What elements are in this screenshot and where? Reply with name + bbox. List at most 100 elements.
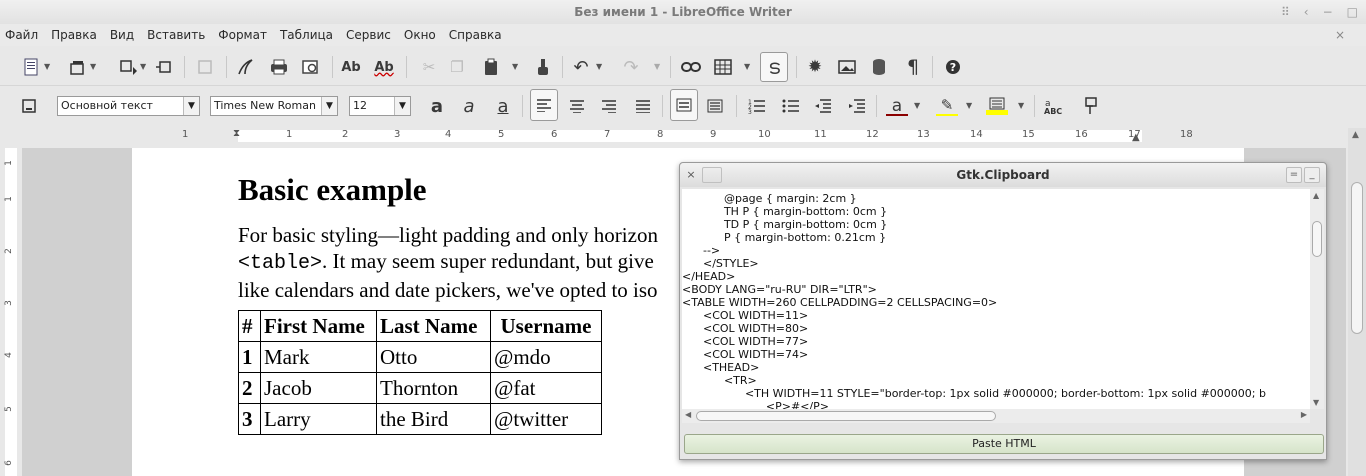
pdf-icon[interactable] (234, 57, 256, 77)
document-table[interactable]: # First Name Last Name Username 1 Mark O… (238, 310, 602, 435)
scrollbar-thumb[interactable] (696, 411, 996, 421)
dialog-horizontal-scrollbar[interactable]: ◀ ▶ (682, 409, 1310, 423)
paste-icon[interactable] (480, 57, 502, 77)
table-cell[interactable]: Larry (260, 403, 377, 435)
autospellcheck-icon[interactable]: Ab (373, 57, 395, 77)
line-spacing-1-icon[interactable] (670, 89, 698, 121)
vertical-scrollbar[interactable]: ▲ (1348, 128, 1366, 476)
menu-help[interactable]: Справка (449, 28, 502, 42)
print-icon[interactable] (268, 57, 290, 77)
redo-icon[interactable]: ↷ (620, 57, 642, 78)
paragraph-style-select[interactable]: Основной текст ▼ (57, 96, 200, 116)
font-name-select[interactable]: Times New Roman ▼ (210, 96, 338, 116)
table-cell[interactable]: @fat (490, 372, 602, 404)
scroll-up-icon[interactable]: ▲ (1313, 191, 1319, 200)
highlight-icon[interactable]: ✎ (936, 96, 958, 116)
horizontal-ruler[interactable]: 1 1 2 3 4 5 6 7 8 9 10 11 12 13 14 15 16… (132, 128, 1244, 146)
table-cell[interactable]: Mark (260, 341, 377, 373)
maximize-icon[interactable]: □ (1347, 5, 1358, 19)
table-header-cell[interactable]: First Name (260, 310, 377, 342)
menu-window[interactable]: Окно (404, 28, 436, 42)
background-color-dropdown-icon[interactable]: ▼ (1018, 101, 1024, 110)
menu-table[interactable]: Таблица (280, 28, 333, 42)
menu-insert[interactable]: Вставить (147, 28, 205, 42)
document-paragraph[interactable]: For basic styling—light padding and only… (238, 222, 658, 303)
underline-icon[interactable]: a (492, 96, 514, 117)
menu-format[interactable]: Формат (218, 28, 267, 42)
numbering-icon[interactable]: 123 (746, 96, 768, 116)
table-dropdown-icon[interactable]: ▼ (744, 62, 750, 71)
grip-icon[interactable]: ⠿ (1281, 5, 1290, 19)
line-spacing-15-icon[interactable] (704, 96, 726, 116)
undo-icon[interactable]: ↶ (570, 57, 592, 78)
shade-icon[interactable]: = (1286, 167, 1302, 183)
open-icon[interactable] (118, 57, 140, 77)
templates-dropdown-icon[interactable]: ▼ (90, 62, 96, 71)
close-icon[interactable]: × (684, 168, 698, 182)
undo-dropdown-icon[interactable]: ▼ (596, 62, 602, 71)
menu-file[interactable]: Файл (5, 28, 38, 42)
table-cell[interactable]: Thornton (376, 372, 491, 404)
export-icon[interactable] (194, 57, 216, 77)
align-right-icon[interactable] (598, 96, 620, 116)
print-preview-icon[interactable] (300, 57, 322, 77)
background-color-icon[interactable] (986, 96, 1008, 116)
table-icon[interactable] (712, 57, 734, 77)
italic-icon[interactable]: a (458, 96, 480, 117)
align-left-icon[interactable] (530, 89, 558, 121)
dialog-menu-icon[interactable] (702, 167, 722, 183)
font-size-select[interactable]: 12 ▼ (349, 96, 411, 116)
right-indent-marker-icon[interactable]: ▲ (1132, 132, 1140, 143)
formatting-marks-icon[interactable]: ¶ (902, 56, 924, 78)
save-icon[interactable] (152, 57, 174, 77)
scroll-down-icon[interactable]: ▼ (1313, 398, 1319, 407)
character-icon[interactable]: a ABC (1044, 96, 1066, 116)
table-cell[interactable]: 2 (238, 372, 261, 404)
table-cell[interactable]: @mdo (490, 341, 602, 373)
scroll-right-icon[interactable]: ▶ (1301, 410, 1307, 419)
shade-icon[interactable]: ‹ (1304, 5, 1309, 19)
scrollbar-thumb[interactable] (1351, 182, 1363, 334)
open-dropdown-icon[interactable]: ▼ (140, 62, 146, 71)
help-icon[interactable]: ? (942, 57, 964, 77)
menu-tools[interactable]: Сервис (346, 28, 391, 42)
table-header-cell[interactable]: # (238, 310, 261, 342)
table-cell[interactable]: @twitter (490, 403, 602, 435)
align-center-icon[interactable] (566, 96, 588, 116)
table-header-cell[interactable]: Last Name (376, 310, 491, 342)
table-cell[interactable]: 1 (238, 341, 261, 373)
menu-edit[interactable]: Правка (51, 28, 97, 42)
draw-functions-icon[interactable]: ട (760, 52, 788, 82)
redo-dropdown-icon[interactable]: ▼ (654, 62, 660, 71)
hyperlink-icon[interactable] (680, 57, 702, 77)
vertical-ruler[interactable]: 1 1 2 3 4 5 6 (2, 148, 20, 476)
decrease-indent-icon[interactable] (812, 96, 834, 116)
templates-icon[interactable] (66, 57, 88, 77)
table-cell[interactable]: 3 (238, 403, 261, 435)
table-cell[interactable]: Otto (376, 341, 491, 373)
paste-html-button[interactable]: Paste HTML (684, 434, 1324, 454)
bold-icon[interactable]: a (426, 96, 448, 117)
cut-icon[interactable]: ✂ (418, 57, 440, 77)
bullets-icon[interactable] (780, 96, 802, 116)
menu-view[interactable]: Вид (110, 28, 134, 42)
sidebar-toggle-icon[interactable] (18, 96, 40, 116)
new-document-icon[interactable] (20, 57, 42, 77)
increase-indent-icon[interactable] (846, 96, 868, 116)
justify-icon[interactable] (632, 96, 654, 116)
table-header-cell[interactable]: Username (490, 310, 602, 342)
font-color-dropdown-icon[interactable]: ▼ (914, 101, 920, 110)
minimize-icon[interactable]: _ (1304, 167, 1320, 183)
font-color-icon[interactable]: a (886, 96, 908, 116)
minimize-icon[interactable]: − (1323, 5, 1333, 19)
clone-formatting-icon[interactable] (532, 57, 554, 77)
dialog-titlebar[interactable]: Gtk.Clipboard (680, 163, 1326, 187)
data-sources-icon[interactable] (868, 57, 890, 77)
scroll-up-icon[interactable]: ▲ (1352, 130, 1359, 140)
table-cell[interactable]: the Bird (376, 403, 491, 435)
scroll-left-icon[interactable]: ◀ (685, 410, 691, 419)
clipboard-text-view[interactable]: @page { margin: 2cm } TH P { margin-bott… (682, 189, 1310, 409)
scrollbar-thumb[interactable] (1312, 221, 1322, 257)
document-heading[interactable]: Basic example (238, 172, 427, 208)
paste-dropdown-icon[interactable]: ▼ (512, 62, 518, 71)
